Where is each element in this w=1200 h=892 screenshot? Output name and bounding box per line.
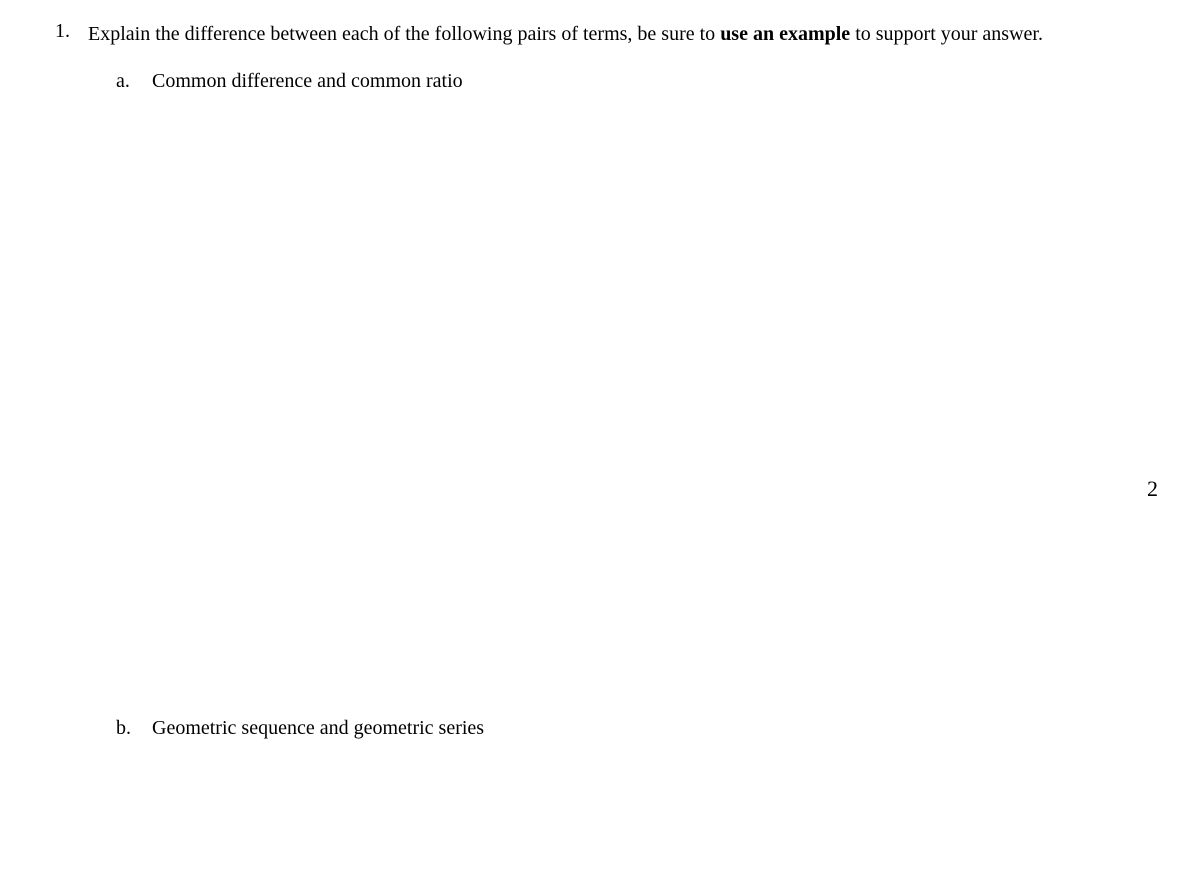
sub-item-a: a. Common difference and common ratio	[116, 70, 1160, 93]
question-text-part2: to support your answer.	[850, 23, 1043, 45]
question-body: Explain the difference between each of t…	[88, 20, 1160, 740]
question-text-bold: use an example	[720, 23, 850, 45]
sub-item-letter-a: a.	[116, 70, 136, 93]
sub-item-letter-b: b.	[116, 717, 136, 740]
margin-mark: 2	[1147, 476, 1158, 502]
sub-item-b: b. Geometric sequence and geometric seri…	[116, 717, 1160, 740]
answer-space-a	[88, 93, 1160, 717]
question-number: 1.	[40, 20, 70, 740]
question-text: Explain the difference between each of t…	[88, 20, 1160, 48]
question-container: 1. Explain the difference between each o…	[40, 20, 1160, 740]
sub-item-text-a: Common difference and common ratio	[152, 70, 1160, 93]
sub-item-text-b: Geometric sequence and geometric series	[152, 717, 1160, 740]
question-text-part1: Explain the difference between each of t…	[88, 23, 720, 45]
